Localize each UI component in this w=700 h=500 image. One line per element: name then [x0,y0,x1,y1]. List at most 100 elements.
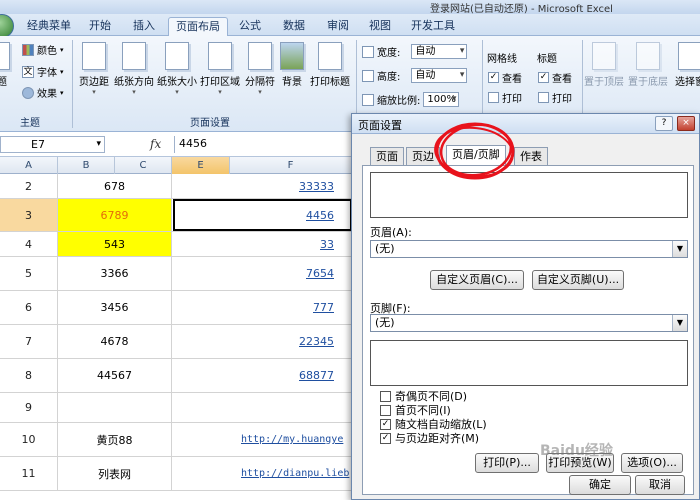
option-checkbox[interactable]: ✓ 与页边距对齐(M) [380,430,479,446]
table-row: 11 列表网 http://dianpu.lieb [0,457,352,491]
chevron-down-icon: ▼ [672,241,687,257]
cancel-button[interactable]: 取消 [635,475,685,495]
row-header[interactable]: 6 [0,291,58,324]
width-icon [362,45,374,58]
cell-b[interactable]: 4678 [58,325,172,358]
tab-data[interactable]: 数据 [276,17,312,36]
print-area-button[interactable]: 打印区域 ▾ [200,42,240,96]
column-header-e[interactable]: E [172,157,230,174]
column-header-b[interactable]: B [58,157,115,174]
cell-f-link[interactable]: 22345 [173,325,352,358]
orientation-icon [122,42,146,70]
column-header-c[interactable]: C [115,157,172,174]
margins-button[interactable]: 页边距 ▾ [74,42,114,96]
paper-size-button[interactable]: 纸张大小 ▾ [157,42,197,96]
cell-f[interactable] [173,393,352,422]
column-header-a[interactable]: A [0,157,58,174]
column-header-f[interactable]: F [230,157,352,174]
row-header[interactable]: 4 [0,232,58,256]
theme-fonts-button[interactable]: 文 字体 ▾ [22,64,64,79]
selection-pane-button[interactable]: 选择窗 [670,42,700,88]
bring-to-front-button[interactable]: 置于顶层 [584,42,624,88]
background-button[interactable]: 背景 [272,42,312,88]
scale-width-row: 宽度: 自动 [362,44,468,59]
send-to-back-button[interactable]: 置于底层 [628,42,668,88]
cell-f-link[interactable]: 33 [173,232,352,256]
cell-b[interactable]: 543 [58,232,172,256]
row-header[interactable]: 8 [0,359,58,392]
row-header[interactable]: 3 [0,199,58,231]
ok-button[interactable]: 确定 [569,475,631,495]
cell-b[interactable]: 3366 [58,257,172,290]
close-button[interactable]: × [677,116,695,131]
row-header[interactable]: 9 [0,393,58,422]
tab-classic-menu[interactable]: 经典菜单 [20,17,78,36]
tab-page[interactable]: 页面 [370,147,404,165]
custom-footer-button[interactable]: 自定义页脚(U)... [532,270,624,290]
cell-b[interactable]: 44567 [58,359,172,392]
worksheet-grid: A B C E F 2 678 33333 3 6789 4456 4 543 33 5 3366 7… [0,157,352,500]
width-combo[interactable]: 自动 [411,44,468,59]
name-box[interactable]: E7 [0,136,105,153]
tab-view[interactable]: 视图 [362,17,398,36]
formula-input[interactable]: 4456 [174,136,354,153]
tab-page-layout[interactable]: 页面布局 [168,17,228,36]
themes-icon [0,42,10,70]
footer-select[interactable]: (无) ▼ [370,314,688,332]
tab-developer[interactable]: 开发工具 [404,17,462,36]
insert-function-icon[interactable]: fx [150,137,161,151]
print-titles-button[interactable]: 打印标题 [310,42,350,88]
height-combo[interactable]: 自动 [411,68,468,83]
group-label-themes: 主题 [20,118,40,129]
row-header[interactable]: 7 [0,325,58,358]
theme-colors-button[interactable]: 颜色 ▾ [22,42,64,57]
tab-header-footer[interactable]: 页眉/页脚 [446,145,506,166]
tab-sheet[interactable]: 作表 [514,147,548,165]
checkbox-empty-icon [380,390,391,402]
cell-b[interactable]: 678 [58,174,172,198]
theme-effects-button[interactable]: 效果 ▾ [22,85,64,100]
checkbox-label: 与页边距对齐(M) [395,432,480,445]
checkbox-empty-icon [380,404,391,416]
orientation-button[interactable]: 纸张方向 ▾ [114,42,154,96]
options-button[interactable]: 选项(O)... [621,453,683,473]
cell-b[interactable]: 6789 [58,199,172,231]
cell-b[interactable]: 列表网 [58,457,172,490]
print-button[interactable]: 打印(P)... [475,453,539,473]
effects-icon [22,86,34,99]
group-label-page-setup: 页面设置 [190,118,230,129]
row-header[interactable]: 10 [0,423,58,456]
headings-print-checkbox[interactable]: 打印 [538,90,572,105]
tab-home[interactable]: 开始 [82,17,118,36]
cell-f-link[interactable]: http://my.huangye [173,423,352,456]
cell-f-link[interactable]: 4456 [173,199,352,231]
cell-f-link[interactable]: 33333 [173,174,352,198]
custom-header-button[interactable]: 自定义页眉(C)... [430,270,524,290]
dialog-title: 页面设置 [358,119,402,132]
cell-f-link[interactable]: 777 [173,291,352,324]
tab-formulas[interactable]: 公式 [232,17,268,36]
cell-b[interactable]: 黄页88 [58,423,172,456]
scale-spinner[interactable]: 100% [423,92,460,107]
cell-f-link[interactable]: http://dianpu.lieb [173,457,352,490]
tab-insert[interactable]: 插入 [126,17,162,36]
row-header[interactable]: 2 [0,174,58,198]
cell-f-link[interactable]: 68877 [173,359,352,392]
help-button[interactable]: ? [655,116,673,131]
checkbox-checked-icon: ✓ [380,418,391,430]
themes-button[interactable]: 题 [0,42,12,88]
gridlines-view-checkbox[interactable]: ✓ 查看 [488,70,522,85]
header-select[interactable]: (无) ▼ [370,240,688,258]
tab-margins[interactable]: 页边 [406,147,440,165]
column-headers: A B C E F [0,157,352,174]
cell-b[interactable]: 3456 [58,291,172,324]
row-header[interactable]: 5 [0,257,58,290]
office-button-icon[interactable] [0,14,14,38]
cell-f-link[interactable]: 7654 [173,257,352,290]
headings-view-checkbox[interactable]: ✓ 查看 [538,70,572,85]
print-area-icon [208,42,232,70]
gridlines-print-checkbox[interactable]: 打印 [488,90,522,105]
row-header[interactable]: 11 [0,457,58,490]
cell-b[interactable] [58,393,172,422]
tab-review[interactable]: 审阅 [320,17,356,36]
